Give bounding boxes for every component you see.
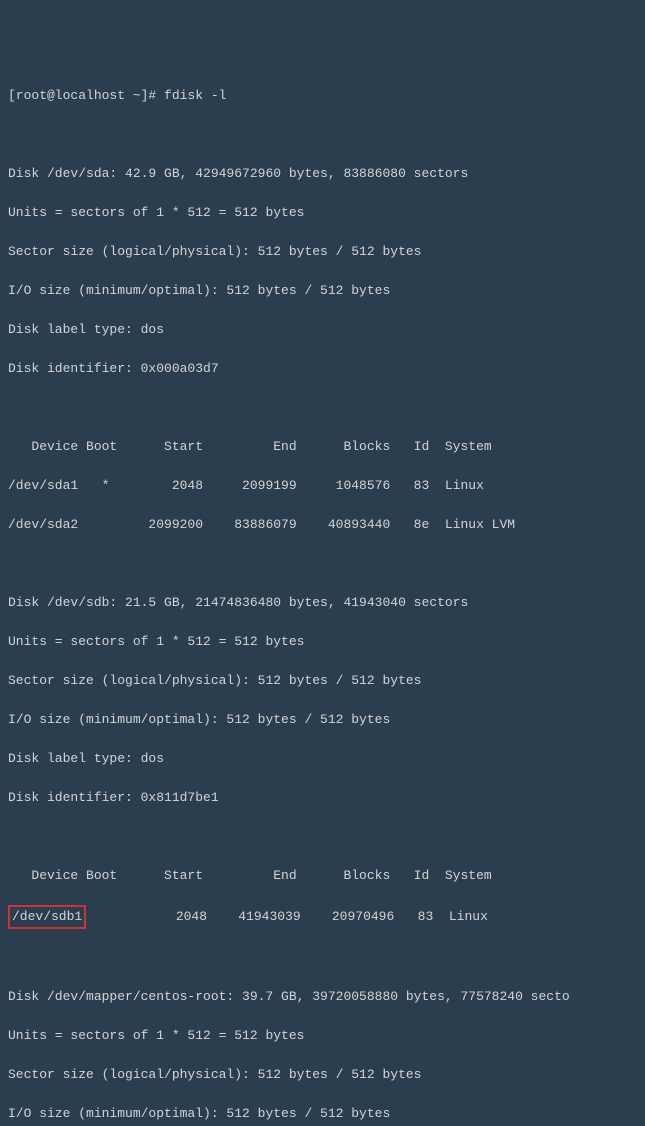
disk-sda-label-type: Disk label type: dos [8, 320, 637, 340]
partition-table-header: Device Boot Start End Blocks Id System [8, 437, 637, 457]
shell-prompt: [root@localhost ~]# fdisk -l [8, 86, 637, 106]
partition-row-sda2: /dev/sda2 2099200 83886079 40893440 8e L… [8, 515, 637, 535]
disk-sda-identifier: Disk identifier: 0x000a03d7 [8, 359, 637, 379]
partition-table-header-sdb: Device Boot Start End Blocks Id System [8, 866, 637, 886]
blank-line [8, 125, 637, 145]
disk-sdb-sector-size: Sector size (logical/physical): 512 byte… [8, 671, 637, 691]
disk-sdb-label-type: Disk label type: dos [8, 749, 637, 769]
blank-line [8, 398, 637, 418]
disk-sdb-header: Disk /dev/sdb: 21.5 GB, 21474836480 byte… [8, 593, 637, 613]
disk-sdb-io-size: I/O size (minimum/optimal): 512 bytes / … [8, 710, 637, 730]
blank-line [8, 554, 637, 574]
blank-line [8, 827, 637, 847]
disk-mapper-header: Disk /dev/mapper/centos-root: 39.7 GB, 3… [8, 987, 637, 1007]
disk-sda-io-size: I/O size (minimum/optimal): 512 bytes / … [8, 281, 637, 301]
disk-sda-sector-size: Sector size (logical/physical): 512 byte… [8, 242, 637, 262]
highlighted-device-sdb1: /dev/sdb1 [8, 905, 86, 929]
partition-row-sda1: /dev/sda1 * 2048 2099199 1048576 83 Linu… [8, 476, 637, 496]
disk-sda-units: Units = sectors of 1 * 512 = 512 bytes [8, 203, 637, 223]
disk-mapper-units: Units = sectors of 1 * 512 = 512 bytes [8, 1026, 637, 1046]
disk-mapper-io-size: I/O size (minimum/optimal): 512 bytes / … [8, 1104, 637, 1124]
disk-sdb-units: Units = sectors of 1 * 512 = 512 bytes [8, 632, 637, 652]
partition-row-sdb1-rest: 2048 41943039 20970496 83 Linux [82, 909, 488, 924]
disk-sdb-identifier: Disk identifier: 0x811d7be1 [8, 788, 637, 808]
disk-sda-header: Disk /dev/sda: 42.9 GB, 42949672960 byte… [8, 164, 637, 184]
blank-line [8, 948, 637, 968]
disk-mapper-sector-size: Sector size (logical/physical): 512 byte… [8, 1065, 637, 1085]
partition-row-sdb1: /dev/sdb1 2048 41943039 20970496 83 Linu… [8, 905, 637, 929]
